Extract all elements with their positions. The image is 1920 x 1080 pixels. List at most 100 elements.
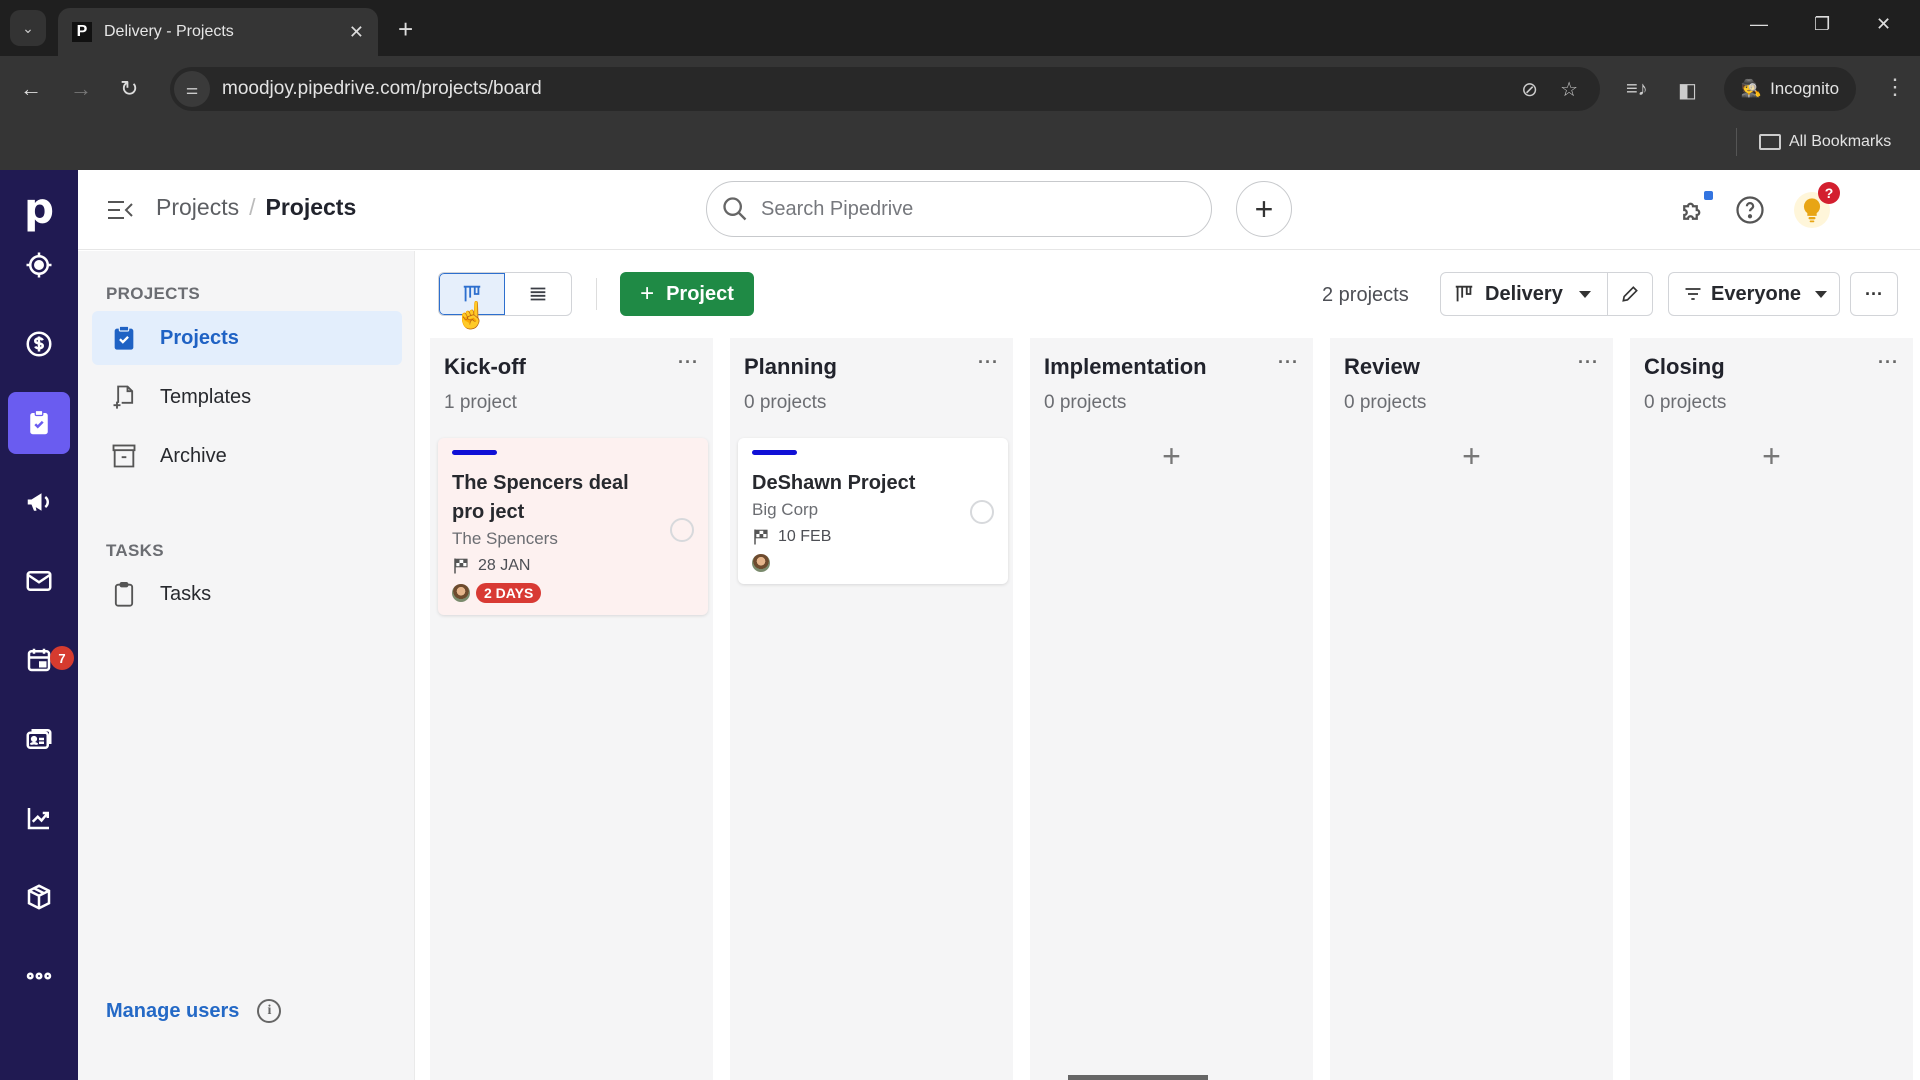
breadcrumb-parent[interactable]: Projects xyxy=(156,194,239,221)
close-tab-icon[interactable]: ✕ xyxy=(349,22,364,43)
nav-products[interactable] xyxy=(8,866,70,928)
browser-tab[interactable]: P Delivery - Projects ✕ xyxy=(58,8,378,56)
add-project-button[interactable]: + Project xyxy=(620,272,754,316)
horizontal-scrollbar[interactable] xyxy=(1068,1075,1208,1080)
nav-leads[interactable] xyxy=(8,234,70,296)
card-organization: Big Corp xyxy=(752,500,819,519)
contact-card-icon xyxy=(26,729,52,749)
sidebar-item-projects[interactable]: Projects xyxy=(92,311,402,365)
toolbar-divider xyxy=(596,278,597,310)
incognito-indicator[interactable]: 🕵 Incognito xyxy=(1724,67,1856,111)
add-project-to-column-button[interactable]: + xyxy=(1030,438,1313,475)
manage-users-link[interactable]: Manage users i xyxy=(106,999,282,1023)
column-count: 0 projects xyxy=(1044,392,1127,413)
mouse-cursor: ☝ xyxy=(455,300,488,330)
main-nav-rail: p 7 xyxy=(0,170,78,1080)
card-footer xyxy=(752,554,994,572)
column-title: Closing xyxy=(1644,354,1725,379)
nav-deals[interactable] xyxy=(8,313,70,375)
sidebar-item-templates[interactable]: Templates xyxy=(92,370,402,424)
site-info-icon[interactable]: ⚌ xyxy=(174,71,210,107)
add-project-to-column-button[interactable]: + xyxy=(1330,438,1613,475)
card-title[interactable]: The Spencers deal pro ject xyxy=(452,469,662,527)
close-window-icon[interactable]: ✕ xyxy=(1876,14,1891,35)
side-panel-icon[interactable]: ◧ xyxy=(1678,78,1697,103)
all-bookmarks-label: All Bookmarks xyxy=(1789,133,1892,150)
help-button[interactable] xyxy=(1732,192,1768,228)
url-text[interactable]: moodjoy.pipedrive.com/projects/board xyxy=(222,78,1521,100)
forward-icon[interactable]: → xyxy=(70,76,92,102)
nav-insights[interactable] xyxy=(8,787,70,849)
tab-search-button[interactable]: ⌄ xyxy=(10,10,46,46)
media-control-icon[interactable]: ≡♪ xyxy=(1626,78,1648,101)
column-more-icon[interactable]: ··· xyxy=(1878,352,1899,373)
reload-icon[interactable]: ↻ xyxy=(120,76,138,102)
chart-icon xyxy=(27,808,49,830)
column-more-icon[interactable]: ··· xyxy=(1278,352,1299,373)
clipboard-check-icon xyxy=(114,325,134,350)
breadcrumb-separator: / xyxy=(249,194,256,220)
card-status-circle[interactable] xyxy=(970,500,994,524)
checkered-flag-icon xyxy=(454,558,468,574)
card-color-bar xyxy=(452,450,497,455)
filter-label: Everyone xyxy=(1711,282,1802,305)
column-more-icon[interactable]: ··· xyxy=(978,352,999,373)
list-view-button[interactable] xyxy=(505,273,571,315)
project-card[interactable]: DeShawn Project Big Corp 10 FEB xyxy=(738,438,1008,584)
eye-off-icon[interactable]: ⊘ xyxy=(1521,77,1538,102)
search-icon xyxy=(723,197,747,221)
card-date-text: 10 FEB xyxy=(778,528,832,545)
project-card[interactable]: The Spencers deal pro ject The Spencers 28… xyxy=(438,438,708,615)
new-tab-button[interactable]: + xyxy=(398,14,413,45)
back-icon[interactable]: ← xyxy=(20,76,42,102)
add-project-label: Project xyxy=(666,282,734,305)
nav-projects[interactable] xyxy=(8,392,70,454)
card-color-bar xyxy=(752,450,797,455)
list-view-icon xyxy=(530,287,546,301)
card-title[interactable]: DeShawn Project xyxy=(752,469,962,498)
column-title: Planning xyxy=(744,354,837,379)
search-input[interactable] xyxy=(761,197,1181,221)
browser-menu-icon[interactable]: ⋮ xyxy=(1884,74,1906,100)
nav-contacts[interactable] xyxy=(8,708,70,770)
plus-icon: + xyxy=(640,280,655,307)
nav-mail[interactable] xyxy=(8,550,70,612)
card-status-circle[interactable] xyxy=(670,518,694,542)
column-more-icon[interactable]: ··· xyxy=(1578,352,1599,373)
tips-badge: ? xyxy=(1818,182,1840,204)
nav-more[interactable] xyxy=(8,945,70,1007)
minimize-icon[interactable]: — xyxy=(1750,14,1768,35)
sidebar-item-archive[interactable]: Archive xyxy=(92,429,402,483)
search-box[interactable] xyxy=(706,181,1212,237)
section-tasks-heading: TASKS xyxy=(106,541,164,560)
sidebar-item-label: Projects xyxy=(160,326,239,349)
pipeline-select[interactable]: Delivery xyxy=(1440,272,1608,316)
sidebar-item-tasks[interactable]: Tasks xyxy=(92,567,402,621)
info-icon[interactable]: i xyxy=(257,999,282,1023)
manage-users-label: Manage users xyxy=(106,999,240,1022)
overdue-badge: 2 DAYS xyxy=(476,583,542,603)
column-more-icon[interactable]: ··· xyxy=(678,352,699,373)
owner-avatar xyxy=(752,554,770,572)
restore-icon[interactable]: ❐ xyxy=(1814,14,1830,35)
column-title: Review xyxy=(1344,354,1420,379)
sidebar-item-label: Templates xyxy=(160,385,252,408)
collapse-sidebar-icon[interactable] xyxy=(106,198,136,222)
add-project-to-column-button[interactable]: + xyxy=(1630,438,1913,475)
edit-pipeline-button[interactable] xyxy=(1607,272,1653,316)
column-count: 1 project xyxy=(444,392,517,413)
megaphone-icon xyxy=(27,493,49,511)
pipedrive-logo[interactable]: p xyxy=(0,184,78,233)
card-due-date: 28 JAN xyxy=(452,557,694,575)
owner-filter-select[interactable]: Everyone xyxy=(1668,272,1840,316)
pipedrive-favicon-icon: P xyxy=(72,22,92,42)
incognito-icon: 🕵 xyxy=(1740,79,1763,98)
address-bar[interactable]: ⚌ moodjoy.pipedrive.com/projects/board ⊘… xyxy=(170,67,1600,111)
more-options-button[interactable]: ··· xyxy=(1850,272,1898,316)
puzzle-icon xyxy=(1683,202,1701,220)
pencil-icon xyxy=(1622,286,1638,302)
bookmark-star-icon[interactable]: ☆ xyxy=(1560,77,1578,102)
all-bookmarks-button[interactable]: All Bookmarks xyxy=(1736,128,1891,156)
nav-campaigns[interactable] xyxy=(8,471,70,533)
quick-add-button[interactable]: + xyxy=(1236,181,1292,237)
